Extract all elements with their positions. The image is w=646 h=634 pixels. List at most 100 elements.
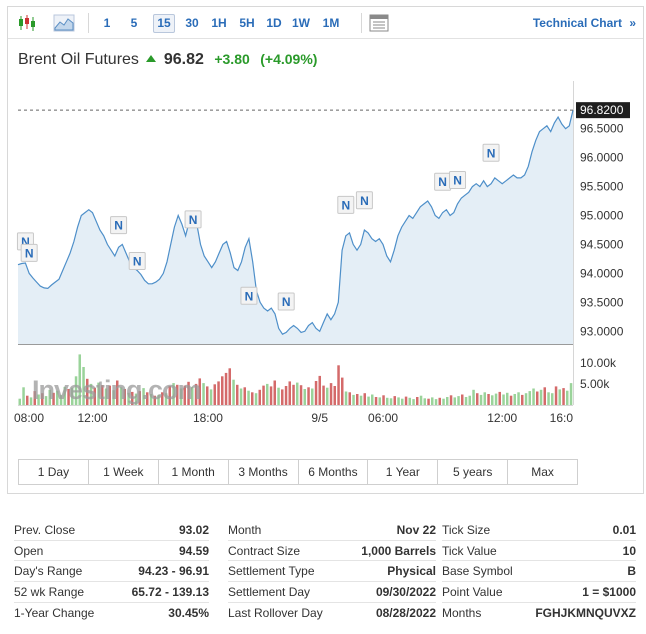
- volume-bar: [228, 368, 231, 405]
- volume-bar: [371, 394, 374, 405]
- stat-row: Tick Size 0.01: [442, 520, 636, 541]
- volume-bar: [262, 385, 265, 405]
- volume-bar: [22, 387, 25, 405]
- range-1-month[interactable]: 1 Month: [159, 460, 229, 484]
- volume-bar: [393, 396, 396, 405]
- stat-row: Open 94.59: [14, 541, 209, 562]
- stat-label: Base Symbol: [442, 564, 513, 579]
- volume-bar: [209, 389, 213, 405]
- volume-bar: [476, 393, 479, 405]
- volume-bar: [551, 393, 554, 405]
- news-marker-label: N: [133, 255, 142, 269]
- stat-label: Settlement Day: [228, 585, 311, 600]
- stat-row: 1-Year Change 30.45%: [14, 603, 209, 624]
- stat-label: 52 wk Range: [14, 585, 85, 600]
- x-tick-label: 9/5: [311, 411, 328, 425]
- volume-bar: [363, 393, 366, 405]
- range-1-day[interactable]: 1 Day: [19, 460, 89, 484]
- x-tick-label: 06:00: [368, 411, 398, 425]
- stat-row: Settlement Day 09/30/2022: [228, 582, 436, 603]
- volume-bar: [389, 398, 393, 406]
- news-marker-label: N: [360, 194, 369, 208]
- stats-column-3: Tick Size 0.01 Tick Value 10 Base Symbol B Poi…: [442, 520, 636, 623]
- volume-bar: [521, 394, 524, 405]
- chart-widget: 1 5 15 30 1H 5H 1D 1W 1M Technical Chart » Brent…: [7, 6, 644, 494]
- stat-value: 30.45%: [168, 605, 209, 620]
- stat-value: 09/30/2022: [375, 585, 436, 600]
- stat-value: 94.59: [178, 543, 209, 558]
- stat-value: 0.01: [612, 523, 636, 537]
- stat-row: Day's Range 94.23 - 96.91: [14, 561, 209, 583]
- y-tick-label: 95.0000: [580, 209, 624, 223]
- price-chart[interactable]: Investing.com 96.5000 96.0000 95.5000 95.000…: [8, 7, 643, 457]
- range-1-year[interactable]: 1 Year: [368, 460, 439, 484]
- range-max[interactable]: Max: [508, 460, 577, 484]
- volume-bar: [277, 387, 280, 405]
- volume-bar: [318, 375, 321, 405]
- volume-bar: [348, 392, 351, 405]
- stat-label: 1-Year Change: [14, 605, 95, 620]
- volume-bar: [554, 386, 558, 405]
- stat-row: Tick Value 10: [442, 541, 636, 562]
- price-tag-label: 96.8200: [580, 103, 624, 117]
- volume-bar: [206, 386, 209, 405]
- volume-bar: [378, 397, 381, 405]
- volume-bar: [472, 389, 475, 405]
- stat-label: Contract Size: [228, 543, 301, 558]
- x-tick-label: 16:0: [550, 411, 574, 425]
- volume-bar: [352, 394, 355, 405]
- range-5-years[interactable]: 5 years: [438, 460, 509, 484]
- volume-bar: [509, 395, 513, 405]
- volume-bar: [386, 397, 389, 405]
- y-tick-label: 93.5000: [580, 295, 624, 309]
- volume-bar: [539, 389, 543, 405]
- volume-tick-label: 5.00k: [580, 377, 610, 391]
- volume-bar: [468, 395, 471, 405]
- volume-bar: [494, 393, 498, 405]
- volume-bar: [284, 386, 288, 405]
- stat-row: Contract Size 1,000 Barrels: [228, 541, 436, 562]
- range-6-months[interactable]: 6 Months: [299, 460, 369, 484]
- stats-column-2: Month Nov 22 Contract Size 1,000 Barrels Set…: [228, 520, 436, 623]
- volume-bar: [382, 395, 385, 405]
- volume-bar: [243, 387, 246, 405]
- volume-bar: [288, 381, 291, 405]
- volume-bar: [483, 392, 486, 405]
- stat-row: Prev. Close 93.02: [14, 520, 209, 541]
- range-3-months[interactable]: 3 Months: [229, 460, 299, 484]
- volume-bar: [431, 397, 434, 405]
- volume-bar: [292, 384, 295, 406]
- news-marker-label: N: [282, 295, 291, 309]
- y-tick-label: 96.0000: [580, 151, 624, 165]
- volume-bar: [221, 376, 224, 405]
- range-1-week[interactable]: 1 Week: [89, 460, 159, 484]
- volume-bar: [401, 398, 404, 405]
- volume-bar: [266, 383, 269, 405]
- news-marker-label: N: [453, 174, 462, 188]
- stat-label: Settlement Type: [228, 564, 315, 579]
- stat-value: 93.02: [178, 523, 209, 537]
- volume-bar: [337, 365, 340, 405]
- volume-bar: [281, 389, 284, 405]
- volume-bar: [528, 391, 531, 405]
- volume-bar: [532, 388, 535, 405]
- volume-bar: [412, 399, 415, 405]
- volume-bar: [26, 395, 29, 405]
- volume-bar: [333, 386, 336, 405]
- y-tick-label: 96.5000: [580, 122, 624, 136]
- stat-label: Month: [228, 523, 262, 537]
- x-tick-label: 12:00: [77, 411, 107, 425]
- volume-bar: [18, 398, 21, 405]
- volume-bar: [322, 385, 325, 405]
- volume-bar: [311, 388, 314, 405]
- volume-bar: [296, 382, 299, 405]
- volume-bar: [202, 383, 205, 405]
- news-marker-label: N: [341, 198, 350, 212]
- volume-bar: [247, 390, 250, 405]
- volume-bar: [517, 392, 520, 405]
- stat-label: Tick Value: [442, 543, 497, 558]
- volume-bar: [543, 387, 546, 405]
- stat-row: Last Rollover Day 08/28/2022: [228, 603, 436, 624]
- stat-label: Months: [442, 605, 482, 620]
- stat-value: 65.72 - 139.13: [131, 585, 209, 600]
